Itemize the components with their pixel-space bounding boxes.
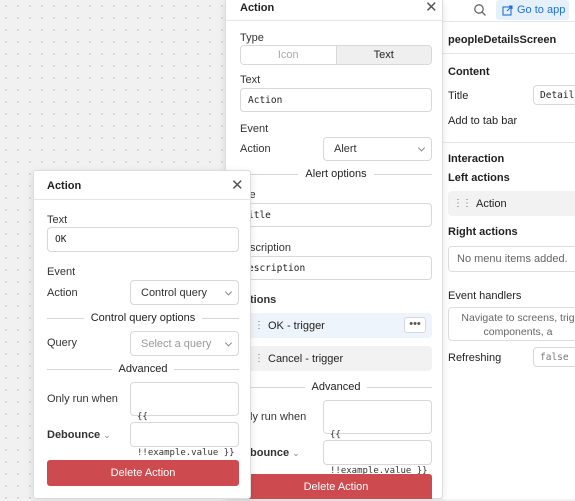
alert-options-divider: Alert options	[240, 167, 432, 181]
text-input[interactable]: OK	[47, 227, 239, 252]
option-row-ok[interactable]: ⋮⋮ OK - trigger •••	[240, 313, 432, 338]
options-label: tions	[250, 294, 277, 306]
go-to-app-button[interactable]: Go to app	[496, 0, 569, 20]
event-label: Event	[47, 266, 76, 278]
chevron-down-icon: ⌄	[292, 448, 300, 458]
left-action-item[interactable]: ⋮⋮ Action	[448, 191, 575, 216]
option-ok-label: OK - trigger	[268, 319, 325, 332]
action-select-value: Control query	[141, 286, 208, 299]
debounce-input[interactable]	[130, 422, 239, 447]
query-select[interactable]: Select a query	[130, 331, 239, 356]
divider	[438, 142, 575, 143]
drag-handle-icon[interactable]: ⋮⋮	[453, 198, 472, 209]
title-input[interactable]: itle	[240, 203, 432, 227]
event-label: Event	[240, 123, 269, 135]
close-icon[interactable]: ✕	[231, 178, 244, 193]
control-query-options-divider: Control query options	[47, 311, 239, 325]
refreshing-input[interactable]: false	[533, 347, 575, 367]
close-icon[interactable]: ✕	[425, 0, 438, 15]
advanced-heading: Advanced	[311, 381, 361, 393]
interaction-heading: Interaction	[448, 153, 505, 165]
type-label: Type	[240, 32, 264, 44]
only-run-when-label: Only run when	[47, 393, 118, 405]
option-cancel-label: Cancel - trigger	[268, 352, 344, 365]
type-option-icon[interactable]: Icon	[241, 46, 336, 64]
divider	[438, 53, 575, 54]
refreshing-label: Refreshing	[448, 352, 502, 364]
left-actions-label: Left actions	[448, 172, 510, 184]
go-to-app-label: Go to app	[517, 4, 566, 16]
title-label: Title	[448, 90, 469, 102]
description-input[interactable]: escription	[240, 256, 432, 280]
only-run-when-input[interactable]: {{ !!example.value }}	[130, 382, 239, 458]
hint-line-2: components, a	[483, 326, 553, 338]
screen-name: peopleDetailsScreen	[448, 34, 557, 46]
action-panel-control-query: Action ✕ Text OK Event Action Control qu…	[33, 170, 252, 499]
advanced-divider: Advanced	[47, 362, 239, 376]
query-select-placeholder: Select a query	[141, 337, 212, 350]
external-link-icon	[502, 4, 513, 16]
advanced-heading: Advanced	[118, 363, 168, 375]
debounce-input[interactable]	[323, 440, 432, 465]
action-select-value: Alert	[334, 143, 357, 155]
text-label: Text	[47, 214, 68, 226]
only-run-when-input[interactable]: {{ !!example.value }}	[323, 400, 432, 476]
left-action-label: Action	[476, 197, 507, 210]
option-row-cancel[interactable]: ⋮⋮ Cancel - trigger	[240, 346, 432, 371]
debounce-label[interactable]: Debounce ⌄	[47, 429, 111, 441]
type-segmented-control[interactable]: Icon Text	[240, 45, 432, 65]
text-input[interactable]: Action	[240, 88, 432, 112]
debounce-text: bounce	[250, 447, 290, 459]
hint-line-1: Navigate to screens, trig	[461, 312, 575, 324]
description-label: scription	[250, 242, 291, 254]
chevron-down-icon	[417, 144, 426, 152]
debounce-label[interactable]: bounce ⌄	[250, 447, 300, 459]
alert-options-heading: Alert options	[305, 168, 367, 180]
panel-title: Action	[47, 180, 82, 192]
delete-action-button[interactable]: Delete Action	[47, 460, 239, 486]
debounce-text: Debounce	[47, 429, 101, 441]
divider	[34, 199, 252, 200]
advanced-divider: Advanced	[240, 380, 432, 394]
search-icon[interactable]	[473, 3, 487, 17]
action-label: Action	[240, 143, 271, 155]
action-select[interactable]: Alert	[323, 137, 432, 161]
title-input[interactable]: Details	[533, 85, 575, 105]
right-actions-label: Right actions	[448, 226, 518, 238]
only-run-when-label: ly run when	[250, 411, 307, 423]
event-handlers-hint: Navigate to screens, trig components, a	[448, 307, 575, 341]
more-menu-icon[interactable]: •••	[404, 317, 426, 333]
chevron-down-icon	[224, 338, 233, 347]
text-label: Text	[240, 74, 261, 86]
top-toolbar: Go to app	[437, 0, 575, 22]
type-option-text[interactable]: Text	[335, 46, 431, 64]
inspector-panel: peopleDetailsScreen Content Title Detail…	[437, 22, 575, 499]
control-query-options-heading: Control query options	[90, 312, 196, 324]
add-to-tab-bar[interactable]: Add to tab bar	[448, 115, 517, 127]
code-line-2: !!example.value }}	[137, 448, 235, 458]
action-panel-alert: Action ✕ Type Icon Text Text Action Even…	[225, 0, 444, 499]
action-label: Action	[47, 287, 78, 299]
content-heading: Content	[448, 66, 490, 78]
no-menu-items: No menu items added.	[448, 246, 575, 272]
query-label: Query	[47, 337, 77, 349]
divider	[226, 20, 444, 21]
action-select[interactable]: Control query	[130, 280, 239, 305]
delete-action-button[interactable]: Delete Action	[240, 474, 432, 499]
panel-title: Action	[240, 2, 275, 14]
chevron-down-icon: ⌄	[103, 430, 111, 440]
event-handlers-label: Event handlers	[448, 290, 522, 302]
chevron-down-icon	[224, 287, 233, 296]
